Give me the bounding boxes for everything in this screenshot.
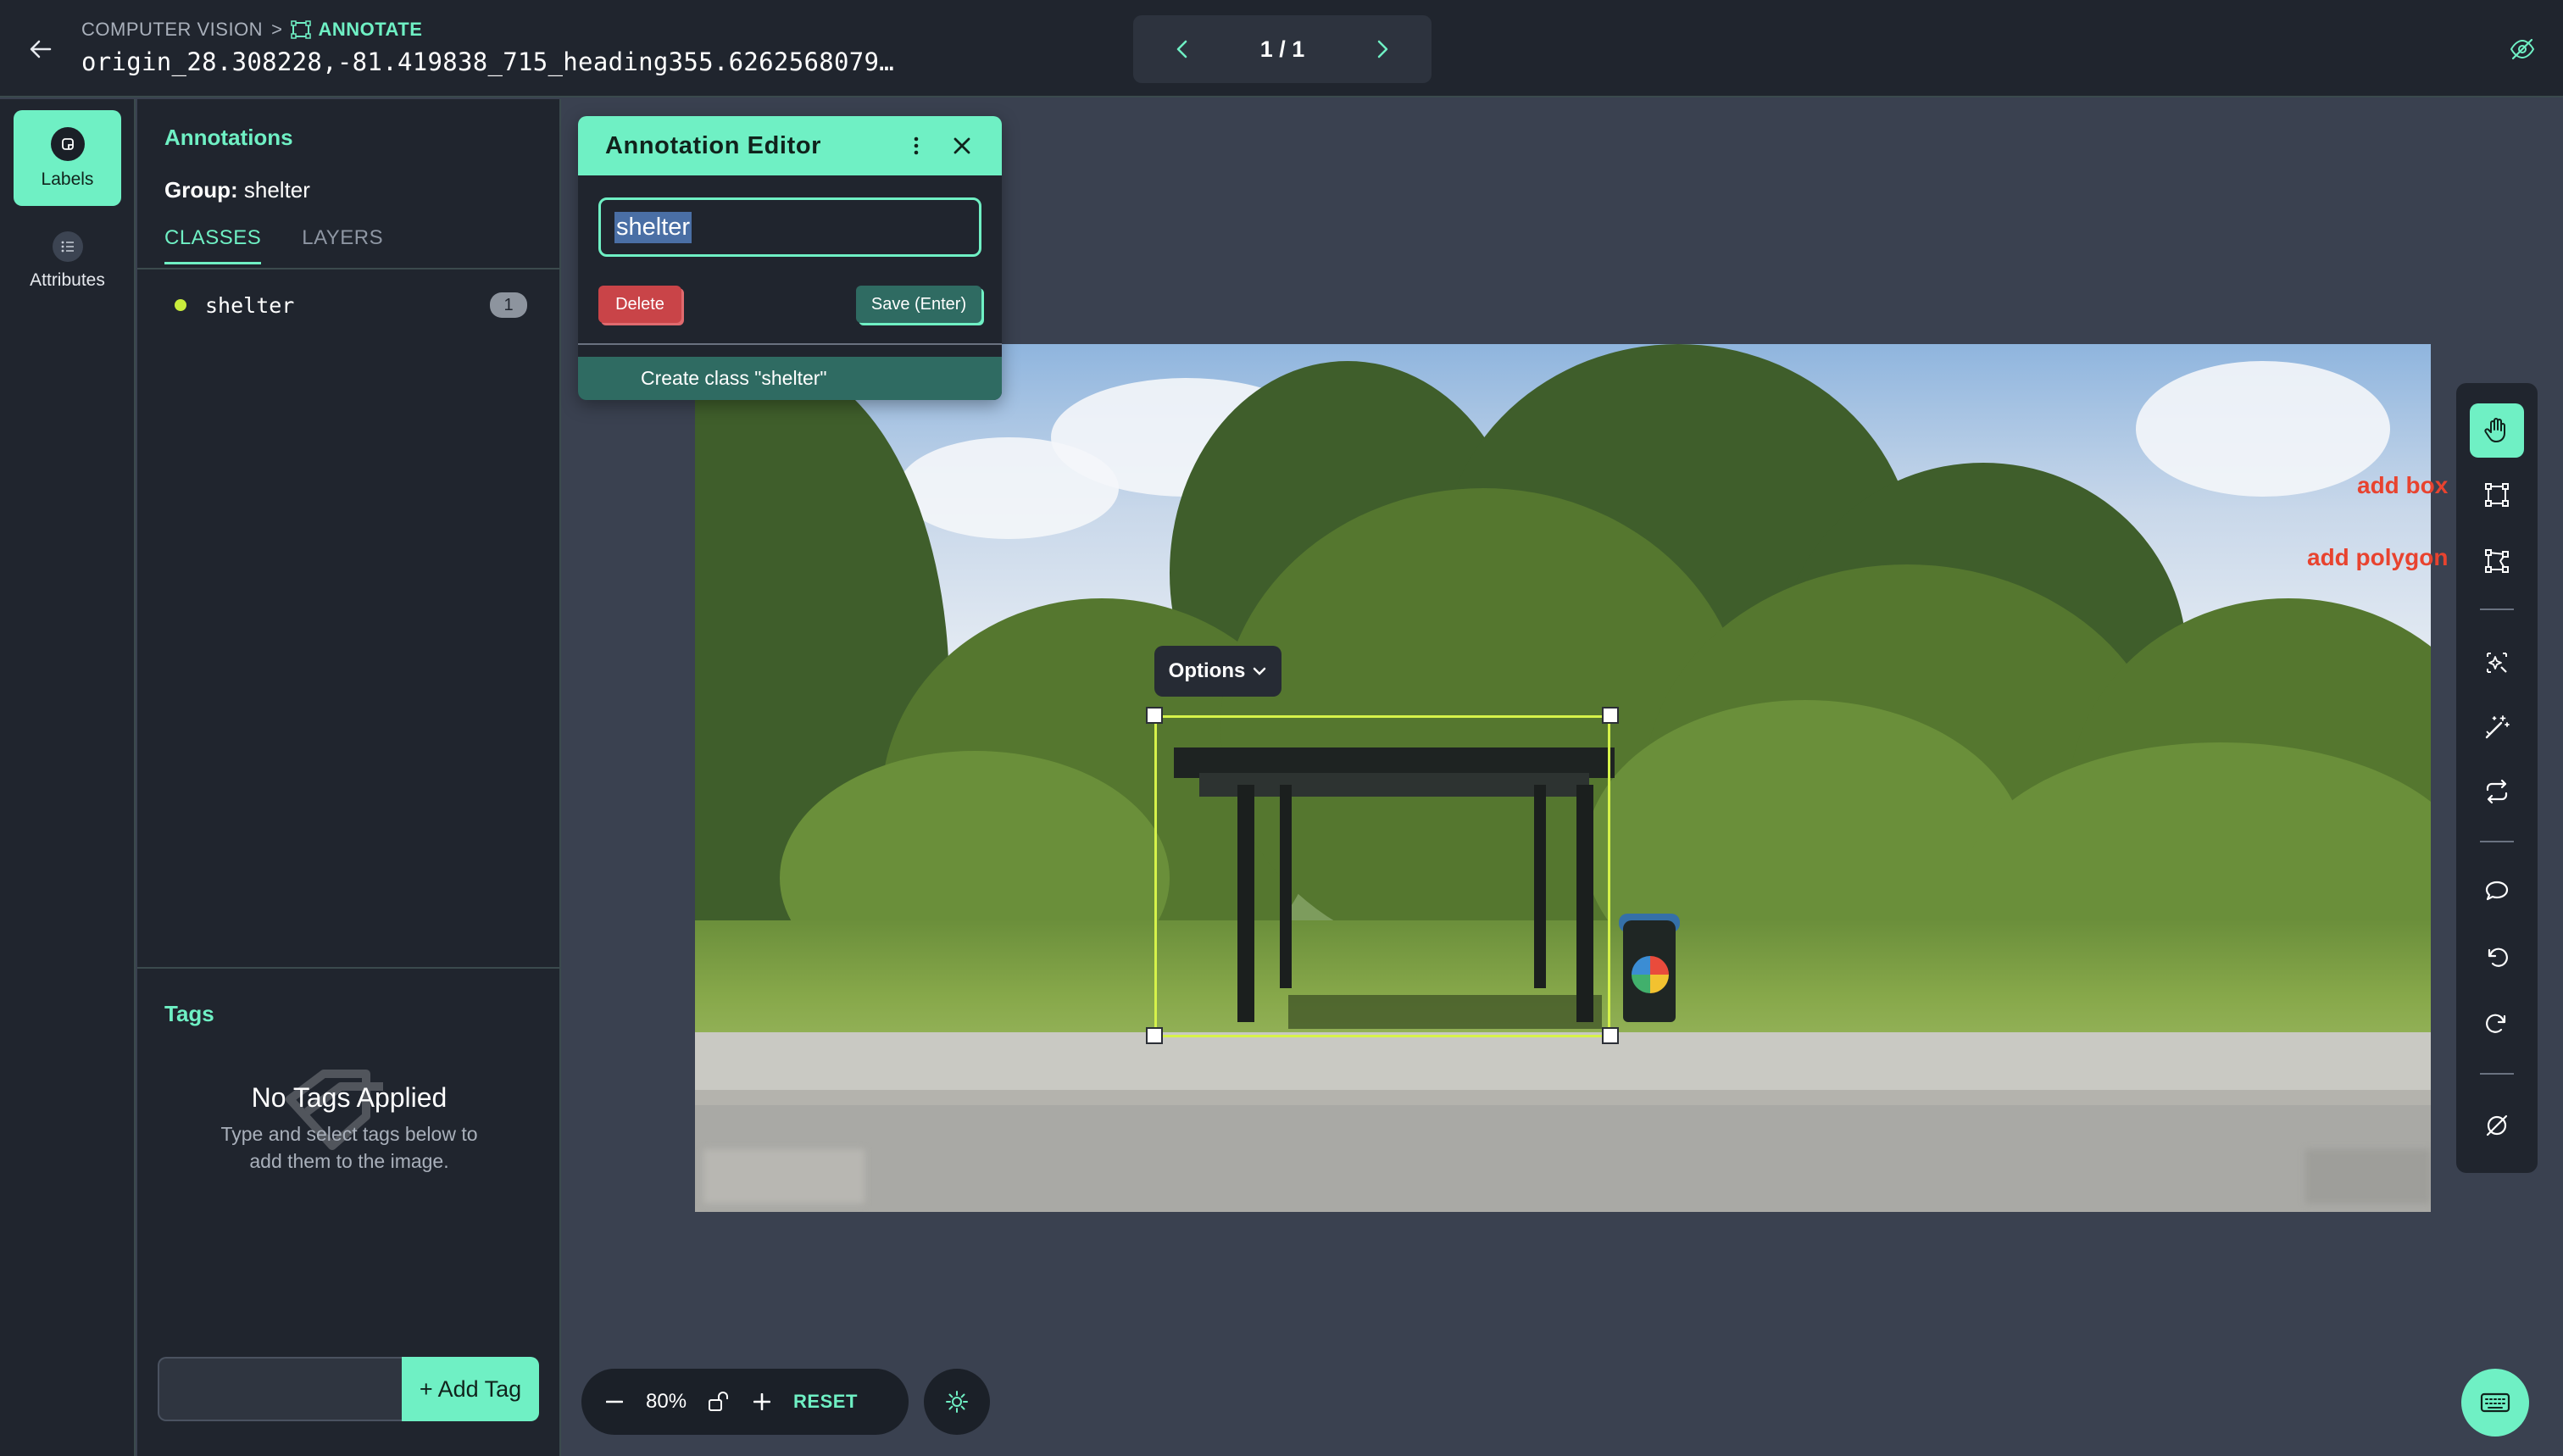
- image-curb: [695, 1090, 2431, 1107]
- class-name: shelter: [205, 292, 295, 318]
- top-bar: COMPUTER VISION > ANNOTATE origin_28.308…: [0, 0, 2563, 97]
- prev-image-icon[interactable]: [1167, 34, 1198, 64]
- repeat-icon[interactable]: [2470, 764, 2524, 819]
- annotation-editor-title: Annotation Editor: [605, 131, 822, 159]
- chevron-down-icon: [1254, 667, 1266, 675]
- class-row-shelter[interactable]: shelter 1: [171, 287, 527, 323]
- tabs-divider: [137, 268, 561, 270]
- undo-icon[interactable]: [2470, 931, 2524, 985]
- resize-handle-top-right[interactable]: [1602, 707, 1619, 724]
- close-icon[interactable]: [949, 129, 975, 163]
- toolbar-divider: [2480, 841, 2514, 842]
- create-class-suggestion[interactable]: Create class "shelter": [578, 357, 1002, 400]
- back-arrow-icon[interactable]: [24, 32, 58, 66]
- zoom-in-icon[interactable]: [749, 1389, 775, 1414]
- hide-annotations-icon[interactable]: [2505, 32, 2539, 66]
- pager-count: 1 / 1: [1259, 36, 1305, 62]
- tag-input[interactable]: [158, 1357, 402, 1421]
- panel-title: Annotations: [164, 125, 293, 150]
- zoom-out-icon[interactable]: [602, 1389, 627, 1414]
- annotate-icon: [291, 20, 312, 39]
- annotation-editor-header: Annotation Editor: [578, 116, 1002, 175]
- class-name-input[interactable]: shelter: [598, 197, 981, 257]
- image-cloud: [898, 437, 1119, 539]
- resize-handle-bottom-left[interactable]: [1146, 1027, 1163, 1044]
- toolbar-divider: [2480, 609, 2514, 610]
- breadcrumb: COMPUTER VISION > ANNOTATE: [81, 19, 422, 41]
- add-box-hint: add box: [2357, 472, 2449, 498]
- add-polygon-hint: add polygon: [2307, 544, 2449, 570]
- breadcrumb-computer-vision[interactable]: COMPUTER VISION: [81, 19, 263, 41]
- zoom-controls: 80% RESET: [581, 1369, 909, 1435]
- options-button[interactable]: Options: [1154, 646, 1282, 697]
- tab-layers[interactable]: LAYERS: [302, 226, 383, 264]
- box-icon[interactable]: [2470, 468, 2524, 522]
- tags-empty-title: No Tags Applied: [251, 1082, 448, 1113]
- add-tag-button[interactable]: + Add Tag: [402, 1357, 539, 1421]
- group-value: shelter: [243, 177, 310, 203]
- image-watermark-blur: [2305, 1149, 2431, 1203]
- magic-wand-icon[interactable]: [2470, 700, 2524, 754]
- tags-title: Tags: [164, 1001, 214, 1026]
- tags-empty-state: No Tags Applied Type and select tags bel…: [137, 1070, 561, 1175]
- next-image-icon[interactable]: [1367, 34, 1398, 64]
- trash-bin-logo: [1632, 956, 1669, 993]
- breadcrumb-annotate-label: ANNOTATE: [318, 19, 423, 40]
- breadcrumb-annotate: ANNOTATE: [291, 19, 422, 41]
- redo-icon[interactable]: [2470, 997, 2524, 1051]
- breadcrumb-separator: >: [271, 19, 283, 40]
- class-color-dot: [175, 299, 186, 311]
- class-name-input-value: shelter: [614, 211, 692, 243]
- smart-select-icon[interactable]: [2470, 636, 2524, 690]
- group-label: Group:: [164, 177, 238, 203]
- group-line: Group: shelter: [164, 177, 310, 203]
- list-icon: [52, 231, 83, 262]
- tag-input-group: + Add Tag: [158, 1357, 539, 1421]
- rail-attributes-text: Attributes: [30, 270, 105, 290]
- image-sidewalk: [695, 1032, 2431, 1092]
- tool-palette: [2456, 383, 2538, 1173]
- rail-labels[interactable]: Labels: [14, 110, 121, 206]
- bounding-box-shelter[interactable]: [1154, 715, 1610, 1037]
- rail-attributes[interactable]: Attributes: [14, 213, 121, 308]
- toolbar-divider: [2480, 1073, 2514, 1075]
- zoom-level: 80%: [646, 1390, 687, 1413]
- kebab-menu-icon[interactable]: [903, 129, 929, 163]
- image-road: [695, 1105, 2431, 1212]
- options-label: Options: [1168, 659, 1246, 682]
- save-button[interactable]: Save (Enter): [856, 286, 981, 323]
- file-title: origin_28.308228,-81.419838_715_heading3…: [81, 47, 895, 76]
- tags-empty-subtitle: Type and select tags below to add them t…: [220, 1123, 478, 1172]
- reset-zoom-button[interactable]: RESET: [793, 1391, 858, 1413]
- resize-handle-bottom-right[interactable]: [1602, 1027, 1619, 1044]
- tab-classes[interactable]: CLASSES: [164, 226, 262, 264]
- panel-tabs: CLASSES LAYERS: [164, 226, 383, 264]
- keyboard-shortcuts-icon[interactable]: [2461, 1369, 2529, 1437]
- polygon-icon[interactable]: [2470, 534, 2524, 588]
- pan-icon[interactable]: [2470, 403, 2524, 458]
- image-pager: 1 / 1: [1133, 15, 1432, 83]
- comment-icon[interactable]: [2470, 864, 2524, 919]
- tags-divider: [137, 967, 561, 969]
- unlock-icon[interactable]: [705, 1389, 731, 1414]
- annotation-editor: Annotation Editor shelter Delete Save (E…: [578, 116, 1002, 400]
- delete-button[interactable]: Delete: [598, 286, 681, 323]
- class-count-badge: 1: [490, 292, 527, 318]
- image-watermark-blur: [703, 1149, 865, 1203]
- annotations-panel: Annotations Group: shelter CLASSES LAYER…: [137, 99, 561, 1456]
- editor-divider: [578, 343, 1002, 345]
- image-cloud: [2136, 361, 2390, 497]
- clear-icon[interactable]: [2470, 1098, 2524, 1153]
- label-icon: [50, 126, 85, 161]
- resize-handle-top-left[interactable]: [1146, 707, 1163, 724]
- rail-labels-text: Labels: [41, 169, 94, 189]
- brightness-icon[interactable]: [924, 1369, 990, 1435]
- left-rail: Labels Attributes: [0, 99, 136, 1456]
